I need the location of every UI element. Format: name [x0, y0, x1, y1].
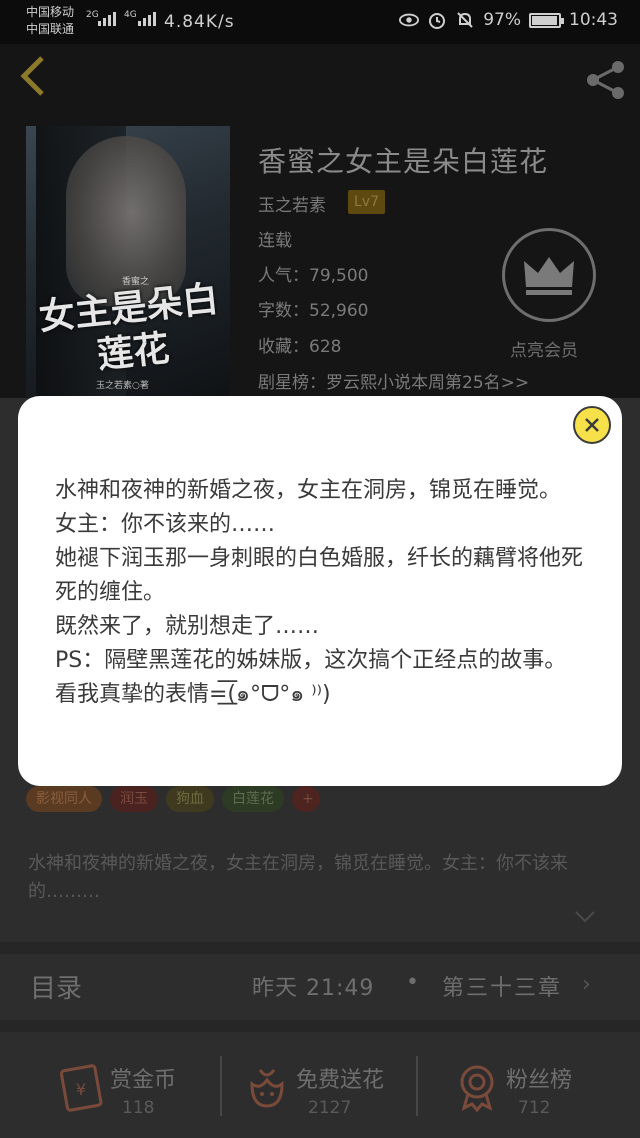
cover-author: 玉之若素○著 — [96, 381, 149, 391]
carrier-2: 中国联通 — [26, 22, 75, 36]
separator — [220, 1056, 222, 1116]
author-name[interactable]: 玉之若素 — [258, 191, 326, 216]
share-icon — [587, 61, 624, 99]
expand-chevron-icon[interactable] — [574, 910, 596, 924]
battery-percent: 97% — [483, 10, 521, 30]
action-label: 赏金币 — [110, 1068, 177, 1093]
signal-icon — [98, 12, 116, 26]
synopsis-text: 水神和夜神的新婚之夜，女主在洞房，锦觅在睡觉。 女主：你不该来的…… 她褪下润玉… — [55, 474, 585, 712]
clock: 10:43 — [569, 10, 618, 30]
action-count: 712 — [518, 1098, 551, 1118]
vip-label[interactable]: 点亮会员 — [510, 336, 578, 361]
add-tag-button[interactable]: + — [292, 786, 320, 812]
popularity: 人气：79,500 — [258, 266, 369, 286]
signal-icon — [138, 12, 156, 26]
synopsis-line: 水神和夜神的新婚之夜，女主在洞房，锦觅在睡觉。 — [55, 478, 562, 503]
flower-icon — [250, 1069, 284, 1108]
toc-label[interactable]: 目录 — [30, 968, 82, 1005]
section-divider — [0, 1020, 640, 1032]
synopsis-line: 她褪下润玉那一身刺眼的白色婚服，纤长的藕臂将他死死的缠住。 — [55, 546, 584, 605]
mute-icon — [455, 10, 475, 30]
author-level-badge: Lv7 — [348, 190, 385, 214]
summary-text[interactable]: 水神和夜神的新婚之夜，女主在洞房，锦觅在睡觉。女主：你不该来的……… — [28, 850, 618, 906]
toc-separator: • — [406, 970, 419, 995]
battery-icon — [529, 12, 564, 28]
book-header: 香蜜之 女主是朵白莲花 玉之若素○著 香蜜之女主是朵白莲花 玉之若素 Lv7 连… — [0, 44, 640, 398]
network-speed: 4.84K/s — [164, 12, 235, 32]
action-count: 118 — [122, 1098, 155, 1118]
synopsis-line: 女主：你不该来的…… — [55, 512, 276, 537]
action-label: 免费送花 — [296, 1068, 385, 1093]
word-count: 字数：52,960 — [258, 301, 369, 321]
book-title: 香蜜之女主是朵白莲花 — [258, 145, 549, 178]
close-button[interactable] — [573, 406, 611, 444]
crown-icon — [524, 257, 574, 295]
latest-chapter[interactable]: 第三十三章 — [442, 970, 562, 1002]
action-count: 2127 — [308, 1098, 352, 1118]
back-button[interactable] — [18, 56, 58, 100]
medal-icon — [460, 1065, 494, 1112]
ranking-link[interactable]: 剧星榜：罗云熙小说本周第25名>> — [258, 368, 529, 393]
tag-item[interactable]: 狗血 — [166, 786, 214, 812]
synopsis-line: 既然来了，就别想走了…… — [55, 614, 320, 639]
tag-item[interactable]: 白莲花 — [222, 786, 284, 812]
section-divider — [0, 942, 640, 954]
svg-text:¥: ¥ — [76, 1080, 86, 1099]
serial-status: 连载 — [258, 231, 292, 251]
separator — [416, 1056, 418, 1116]
close-icon — [585, 418, 599, 432]
toc-update-time: 昨天 21:49 — [252, 976, 375, 1001]
carrier-1: 中国移动 — [26, 5, 75, 19]
share-button[interactable] — [584, 58, 628, 102]
cover-title: 女主是朵白莲花 — [36, 277, 221, 377]
alarm-icon — [427, 10, 447, 30]
action-label: 粉丝榜 — [506, 1068, 573, 1093]
favorites-count: 收藏：628 — [258, 337, 342, 357]
eye-icon — [399, 10, 420, 30]
synopsis-line: PS：隔壁黑莲花的姊妹版，这次搞个正经点的故事。看我真挚的表情=͟͟͞͞(๑°ᗜ… — [55, 648, 567, 707]
chevron-right-icon[interactable]: › — [582, 972, 591, 997]
coin-envelope-icon: ¥ — [59, 1064, 103, 1112]
back-arrow-icon — [20, 56, 44, 96]
action-bar: ¥ 赏金币 118 免费送花 2127 粉丝榜 712 — [0, 1032, 640, 1138]
send-flower-button[interactable]: 免费送花 2127 — [242, 1054, 442, 1134]
synopsis-dialog: 水神和夜神的新婚之夜，女主在洞房，锦觅在睡觉。 女主：你不该来的…… 她褪下润玉… — [18, 396, 622, 786]
tag-item[interactable]: 影视同人 — [26, 786, 102, 812]
network-type-1: 2G — [86, 10, 99, 20]
vip-button[interactable] — [502, 228, 596, 322]
carrier-labels: 中国移动 中国联通 — [26, 4, 74, 38]
book-cover[interactable]: 香蜜之 女主是朵白莲花 玉之若素○著 — [26, 126, 230, 398]
fan-ranking-button[interactable]: 粉丝榜 712 — [452, 1054, 640, 1134]
tag-list: 影视同人 润玉 狗血 白莲花 + — [26, 786, 320, 812]
tag-item[interactable]: 润玉 — [110, 786, 158, 812]
status-bar: 中国移动 中国联通 2G 4G 4.84K/s 97% 10:43 — [0, 0, 640, 44]
network-type-2: 4G — [124, 10, 137, 20]
reward-coins-button[interactable]: ¥ 赏金币 118 — [56, 1054, 256, 1134]
